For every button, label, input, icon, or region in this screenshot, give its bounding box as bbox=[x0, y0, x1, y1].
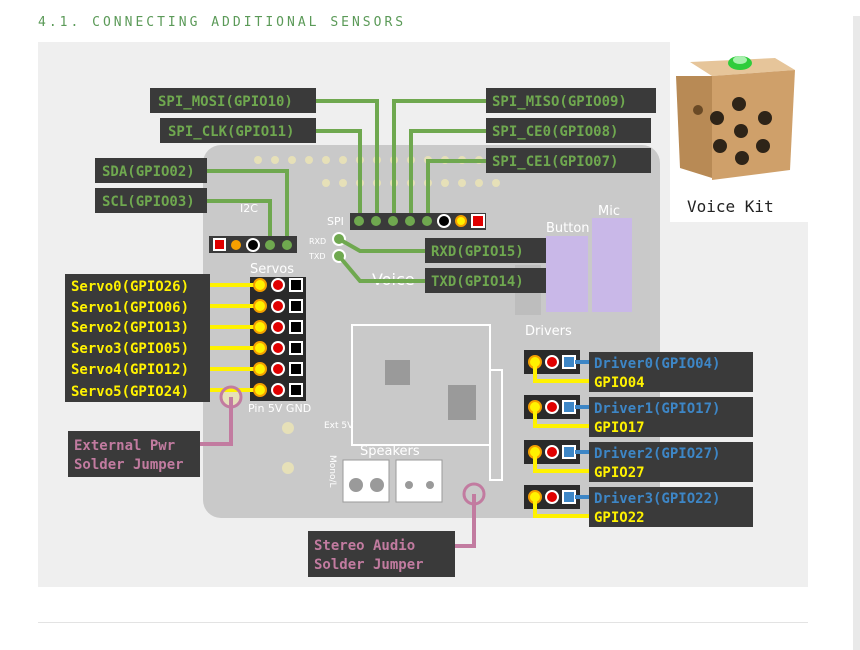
servo-signal-pin-3 bbox=[253, 341, 267, 355]
i2c-board-label: I2C bbox=[240, 202, 258, 215]
sda-label: SDA(GPIO02) bbox=[102, 164, 195, 180]
button-board-label: Button bbox=[546, 221, 590, 236]
driver-gnd-pin-0 bbox=[562, 355, 576, 369]
driver-gnd-pin-1 bbox=[562, 400, 576, 414]
servo-signal-pin-1 bbox=[253, 299, 267, 313]
via bbox=[282, 462, 294, 474]
drivers-board-label: Drivers bbox=[525, 324, 572, 339]
stereo-label-2: Solder Jumper bbox=[314, 557, 424, 573]
spi-mosi-label: SPI_MOSI(GPIO10) bbox=[158, 94, 293, 110]
mic-board-label: Mic bbox=[598, 204, 620, 219]
scl-label: SCL(GPIO03) bbox=[102, 194, 195, 210]
servo1-label: Servo1(GPIO06) bbox=[71, 300, 189, 316]
driver0-gpio: GPIO04 bbox=[594, 375, 645, 391]
speaker-terminal-stereo bbox=[395, 459, 443, 503]
servo-5v-pin-2 bbox=[271, 320, 285, 334]
driver-5v-pin-0 bbox=[545, 355, 559, 369]
servo5-label: Servo5(GPIO24) bbox=[71, 384, 189, 400]
driver0-label: Driver0(GPIO04) bbox=[594, 356, 720, 372]
board-diagram: Button Mic Speakers Voice Ext 5V Mono/L … bbox=[65, 42, 808, 577]
servo-gnd-pin-0 bbox=[289, 278, 303, 292]
servo2-label: Servo2(GPIO13) bbox=[71, 320, 189, 336]
servo-5v-pin-0 bbox=[271, 278, 285, 292]
driver1-label: Driver1(GPIO17) bbox=[594, 401, 720, 417]
speakers-board-label: Speakers bbox=[360, 444, 420, 459]
voice-kit-caption: Voice Kit bbox=[687, 197, 774, 216]
voice-kit-image bbox=[670, 42, 808, 222]
mono-text: Mono/L bbox=[327, 455, 337, 488]
driver-5v-pin-1 bbox=[545, 400, 559, 414]
servo-gnd-pin-1 bbox=[289, 299, 303, 313]
pin-5v-gnd-text: Pin 5V GND bbox=[248, 402, 311, 415]
driver2-gpio: GPIO27 bbox=[594, 465, 645, 481]
txd-board-text: TXD bbox=[308, 252, 326, 261]
servo-signal-pin-5 bbox=[253, 383, 267, 397]
stereo-label-1: Stereo Audio bbox=[314, 538, 415, 554]
driver3-gpio: GPIO22 bbox=[594, 510, 645, 526]
txd-label: TXD(GPIO14) bbox=[431, 274, 524, 290]
driver-5v-pin-3 bbox=[545, 490, 559, 504]
spi-ce0-label: SPI_CE0(GPIO08) bbox=[492, 124, 618, 140]
ext-pwr-label-1: External Pwr bbox=[74, 438, 175, 454]
driver-gnd-pin-2 bbox=[562, 445, 576, 459]
via bbox=[282, 422, 294, 434]
driver3-label: Driver3(GPIO22) bbox=[594, 491, 720, 507]
servo-gnd-pin-2 bbox=[289, 320, 303, 334]
servo-gnd-pin-3 bbox=[289, 341, 303, 355]
ext-5v-text: Ext 5V bbox=[324, 421, 354, 431]
rxd-board-text: RXD bbox=[309, 237, 326, 246]
chip bbox=[385, 360, 410, 385]
spi-clk-label: SPI_CLK(GPIO11) bbox=[168, 124, 294, 140]
spi-ce1-label: SPI_CE1(GPIO07) bbox=[492, 154, 618, 170]
servo-signal-pin-2 bbox=[253, 320, 267, 334]
servo-5v-pin-4 bbox=[271, 362, 285, 376]
ext-pwr-label-2: Solder Jumper bbox=[74, 457, 184, 473]
servo-gnd-pin-5 bbox=[289, 383, 303, 397]
chip bbox=[448, 385, 476, 420]
servo-5v-pin-1 bbox=[271, 299, 285, 313]
servo4-label: Servo4(GPIO12) bbox=[71, 362, 189, 378]
rxd-label: RXD(GPIO15) bbox=[431, 244, 524, 260]
servo-5v-pin-5 bbox=[271, 383, 285, 397]
driver2-label: Driver2(GPIO27) bbox=[594, 446, 720, 462]
driver-5v-pin-2 bbox=[545, 445, 559, 459]
spi-miso-label: SPI_MISO(GPIO09) bbox=[492, 94, 627, 110]
servo-pins bbox=[250, 277, 306, 401]
servo-5v-pin-3 bbox=[271, 341, 285, 355]
mic-connector bbox=[592, 218, 632, 312]
spi-board-label: SPI bbox=[327, 215, 344, 228]
servo-signal-pin-4 bbox=[253, 362, 267, 376]
servo3-label: Servo3(GPIO05) bbox=[71, 341, 189, 357]
servo-signal-pin-0 bbox=[253, 278, 267, 292]
button-connector bbox=[546, 236, 588, 312]
driver-gnd-pin-3 bbox=[562, 490, 576, 504]
servos-board-label: Servos bbox=[250, 262, 294, 277]
servo-gnd-pin-4 bbox=[289, 362, 303, 376]
driver1-gpio: GPIO17 bbox=[594, 420, 645, 436]
servo0-label: Servo0(GPIO26) bbox=[71, 279, 189, 295]
